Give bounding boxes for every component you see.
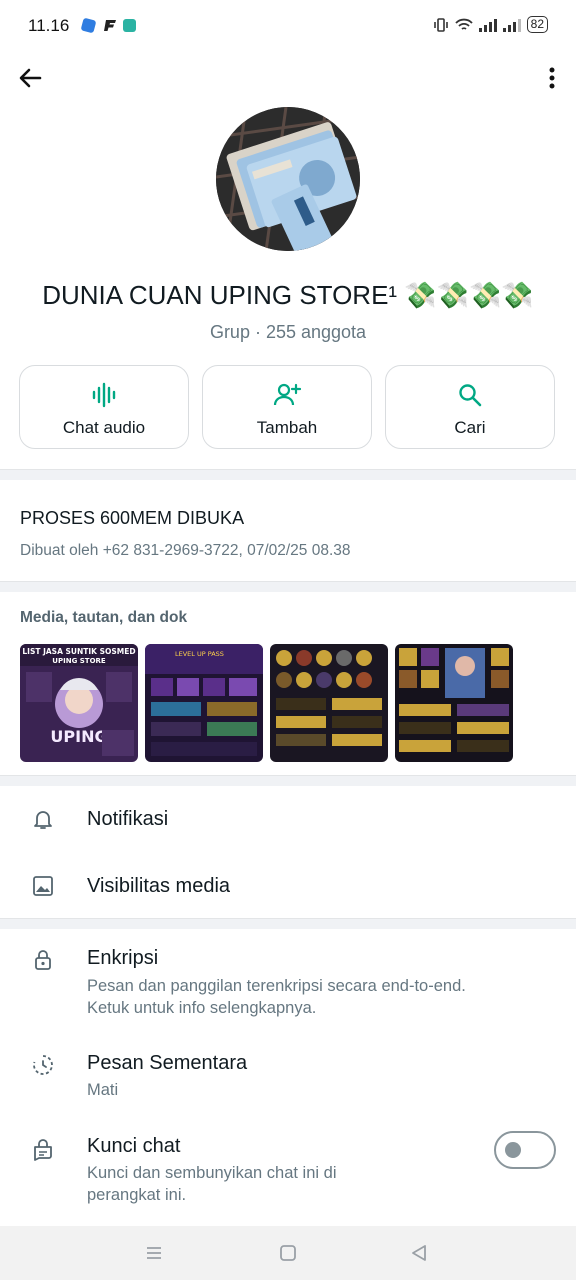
search-label: Cari — [454, 418, 486, 437]
signal-icon — [478, 18, 497, 32]
status-bar: 11.16 82 — [0, 0, 576, 52]
search-button[interactable]: Cari — [385, 365, 555, 449]
home-icon[interactable] — [278, 1243, 298, 1263]
system-nav-bar — [0, 1226, 576, 1280]
disappearing-title: Pesan Sementara — [87, 1052, 248, 1074]
thumb-pass-text: LEVEL UP PASS — [175, 650, 224, 658]
bell-icon — [34, 811, 52, 829]
toggle-knob — [505, 1142, 521, 1158]
media-visibility-label: Visibilitas media — [87, 875, 231, 897]
image-icon — [33, 876, 53, 896]
money-photo — [216, 107, 360, 251]
thumb-logo-text: UPING — [50, 727, 107, 746]
chat-audio-button[interactable]: Chat audio — [19, 365, 189, 449]
chat-audio-label: Chat audio — [62, 418, 146, 437]
status-time: 11.16 — [28, 16, 70, 35]
chat-lock-toggle[interactable] — [494, 1131, 556, 1169]
encryption-title: Enkripsi — [87, 947, 159, 969]
encryption-desc-line1: Pesan dan panggilan terenkripsi secara e… — [87, 977, 466, 995]
chat-lock-desc-line2: perangkat ini. — [87, 1186, 187, 1204]
back-button[interactable] — [14, 62, 46, 94]
group-avatar[interactable] — [216, 107, 360, 251]
wifi-icon — [454, 18, 473, 30]
group-description[interactable]: PROSES 600MEM DIBUKA — [20, 508, 244, 529]
thumb-title-text: LIST JASA SUNTIK SOSMED — [22, 647, 135, 656]
notification-icon — [80, 17, 97, 34]
app-chat-icon — [123, 19, 136, 32]
more-options-button[interactable] — [530, 62, 562, 94]
notifications-label: Notifikasi — [87, 808, 169, 830]
group-subtitle[interactable]: Grup · 255 anggota — [0, 322, 576, 343]
disappearing-messages-row[interactable] — [0, 1036, 576, 1116]
divider — [0, 581, 576, 592]
thumb-subtitle-text: UPING STORE — [52, 657, 106, 665]
chat-lock-desc-line1: Kunci dan sembunyikan chat ini di — [87, 1164, 337, 1182]
chat-lock-icon — [34, 1139, 52, 1161]
add-member-button[interactable]: Tambah — [202, 365, 372, 449]
media-thumbnail[interactable] — [395, 644, 513, 762]
media-thumbnail[interactable] — [270, 644, 388, 762]
add-member-label: Tambah — [256, 418, 318, 437]
menu-icon[interactable] — [144, 1244, 164, 1262]
chat-lock-title: Kunci chat — [87, 1135, 181, 1157]
lock-icon — [35, 950, 51, 970]
media-thumbnail[interactable]: LIST JASA SUNTIK SOSMED UPING STORE UPIN… — [20, 644, 138, 762]
back-nav-icon[interactable] — [409, 1243, 429, 1263]
disappearing-value: Mati — [87, 1081, 119, 1099]
search-icon — [459, 384, 482, 407]
divider — [0, 918, 576, 929]
arrow-back-icon — [19, 68, 42, 88]
add-person-icon — [273, 383, 301, 406]
audio-wave-icon — [92, 382, 116, 408]
battery-indicator: 82 — [526, 16, 548, 33]
divider — [0, 775, 576, 786]
created-by-text: Dibuat oleh +62 831-2969-3722, 07/02/25 … — [20, 542, 351, 559]
encryption-desc-line2: Ketuk untuk info selengkapnya. — [87, 999, 317, 1017]
app-f-icon — [103, 19, 116, 32]
media-thumbnail[interactable]: LEVEL UP PASS — [145, 644, 263, 762]
signal-2-icon — [502, 18, 521, 32]
timer-icon — [33, 1055, 53, 1075]
divider — [0, 469, 576, 480]
media-section-title[interactable]: Media, tautan, dan dok — [20, 609, 187, 627]
group-name[interactable]: DUNIA CUAN UPING STORE¹ 💸💸💸💸 — [0, 280, 576, 311]
more-vertical-icon — [549, 67, 555, 89]
status-indicators: 82 — [433, 16, 548, 33]
vibrate-icon — [433, 17, 448, 32]
